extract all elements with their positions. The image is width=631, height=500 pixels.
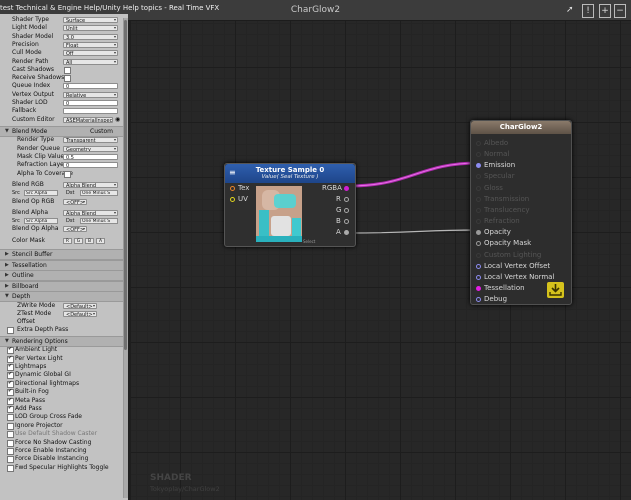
output-pin-r[interactable] — [344, 197, 349, 202]
output-label-b: B — [336, 217, 341, 225]
save-arrow-glyph — [549, 284, 562, 296]
wire-rgba-emission-highlight — [348, 162, 479, 187]
output-pin-a[interactable] — [344, 230, 349, 235]
port-label-custom-lighting: Custom Lighting — [484, 250, 542, 259]
input-pin-tex[interactable] — [230, 186, 235, 191]
port-normal[interactable]: Normal — [471, 149, 571, 160]
port-label-specular: Specular — [484, 172, 515, 181]
port-label-tessellation: Tessellation — [484, 283, 525, 292]
preview-white-block — [271, 216, 291, 236]
port-label-transmission: Transmission — [484, 194, 530, 203]
port-translucency[interactable]: Translucency — [471, 205, 571, 216]
port-refraction[interactable]: Refraction — [471, 216, 571, 227]
output-label-g: G — [336, 206, 342, 214]
port-pin-albedo[interactable] — [476, 141, 481, 146]
port-pin-translucency[interactable] — [476, 207, 481, 213]
port-label-refraction: Refraction — [484, 217, 520, 226]
port-pin-custom-lighting[interactable] — [476, 252, 481, 258]
input-label-uv: UV — [238, 195, 248, 203]
port-opacity[interactable]: Opacity — [471, 227, 571, 238]
output-pin-rgba[interactable] — [344, 186, 349, 191]
output-pin-b[interactable] — [344, 219, 349, 224]
port-pin-emission[interactable] — [476, 163, 481, 169]
port-pin-local-vertex-offset[interactable] — [476, 263, 481, 269]
port-pin-refraction[interactable] — [476, 219, 481, 225]
preview-cyan-strip — [259, 210, 269, 236]
texture-select-button[interactable]: Select — [303, 239, 315, 244]
input-label-tex: Tex — [238, 184, 250, 192]
port-albedo[interactable]: Albedo — [471, 138, 571, 149]
port-pin-local-vertex-normal[interactable] — [476, 274, 481, 280]
texture-preview-thumbnail — [256, 186, 302, 242]
port-emission[interactable]: Emission — [471, 160, 571, 171]
port-specular[interactable]: Specular — [471, 171, 571, 182]
port-label-debug: Debug — [484, 295, 508, 304]
save-download-icon[interactable] — [547, 282, 564, 298]
port-label-normal: Normal — [484, 150, 510, 159]
port-pin-tessellation[interactable] — [476, 285, 481, 291]
charglow-node-title: CharGlow2 — [499, 123, 543, 131]
port-label-emission: Emission — [484, 161, 516, 170]
port-pin-specular[interactable] — [476, 174, 481, 180]
port-opacity-mask[interactable]: Opacity Mask — [471, 238, 571, 249]
output-label-a: A — [336, 228, 341, 236]
input-pin-uv[interactable] — [230, 197, 235, 202]
port-pin-transmission[interactable] — [476, 196, 481, 202]
port-label-local-vertex-normal: Local Vertex Normal — [484, 272, 555, 281]
port-local-vertex-offset[interactable]: Local Vertex Offset — [471, 261, 571, 272]
wire-a-opacity — [348, 229, 479, 234]
port-pin-opacity-mask[interactable] — [476, 241, 481, 247]
port-label-albedo: Albedo — [484, 139, 509, 147]
port-pin-normal[interactable] — [476, 152, 481, 158]
port-transmission[interactable]: Transmission — [471, 194, 571, 205]
port-label-opacity-mask: Opacity Mask — [484, 239, 532, 248]
port-pin-opacity[interactable] — [476, 230, 481, 236]
shader-watermark-title: SHADER — [150, 473, 192, 483]
port-label-translucency: Translucency — [484, 205, 530, 214]
charglow-output-node[interactable]: CharGlow2 Albedo Normal Emission Specular Gl… — [470, 120, 572, 305]
preview-cyan-bar — [292, 218, 301, 238]
port-pin-gloss[interactable] — [476, 185, 481, 191]
shader-watermark-path: Tokyoplay/CharGlow2 — [150, 485, 220, 493]
port-label-gloss: Gloss — [484, 183, 503, 192]
preview-bottom-strip — [256, 236, 302, 242]
texture-node-title: Texture Sample 0 — [255, 166, 325, 174]
charglow-node-header[interactable]: CharGlow2 — [471, 121, 571, 134]
port-custom-lighting[interactable]: Custom Lighting — [471, 250, 571, 261]
preview-cyan-patch — [274, 194, 296, 208]
texture-node-subtitle: Value( Seal Texture ) — [261, 174, 319, 180]
port-pin-debug[interactable] — [476, 297, 481, 303]
port-label-opacity: Opacity — [484, 228, 511, 237]
output-pin-g[interactable] — [344, 208, 349, 213]
texture-sample-node[interactable]: ≡ Texture Sample 0 Value( Seal Texture )… — [224, 163, 356, 247]
output-label-r: R — [336, 195, 341, 203]
output-label-rgba: RGBA — [322, 184, 342, 192]
port-gloss[interactable]: Gloss — [471, 183, 571, 194]
port-label-local-vertex-offset: Local Vertex Offset — [484, 261, 551, 270]
texture-node-header[interactable]: ≡ Texture Sample 0 Value( Seal Texture ) — [225, 164, 355, 183]
